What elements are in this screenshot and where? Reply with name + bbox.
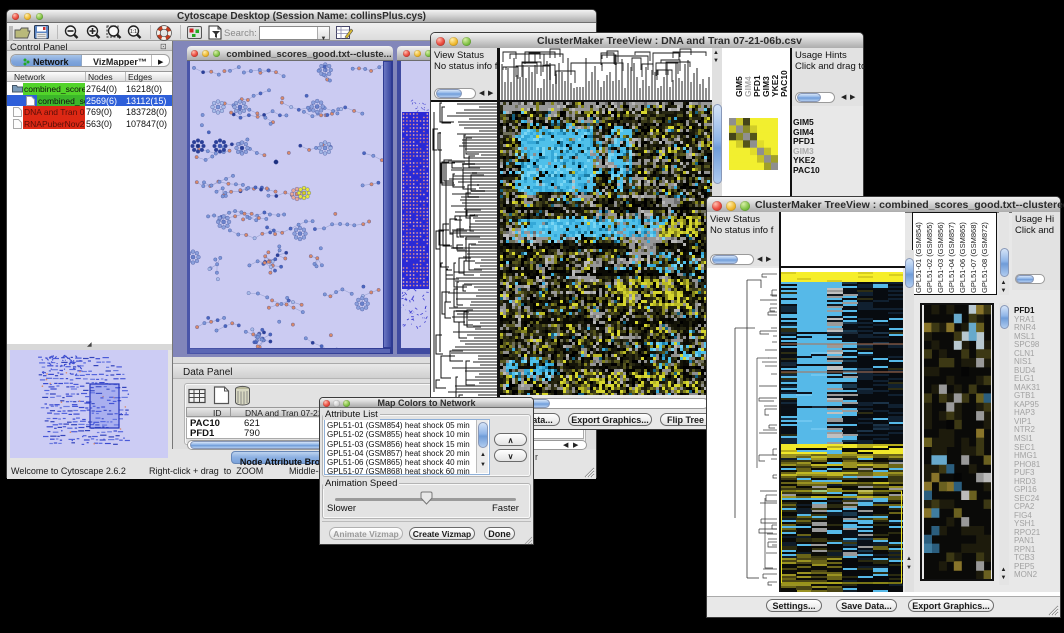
svg-text:1:1: 1:1 bbox=[130, 29, 137, 35]
